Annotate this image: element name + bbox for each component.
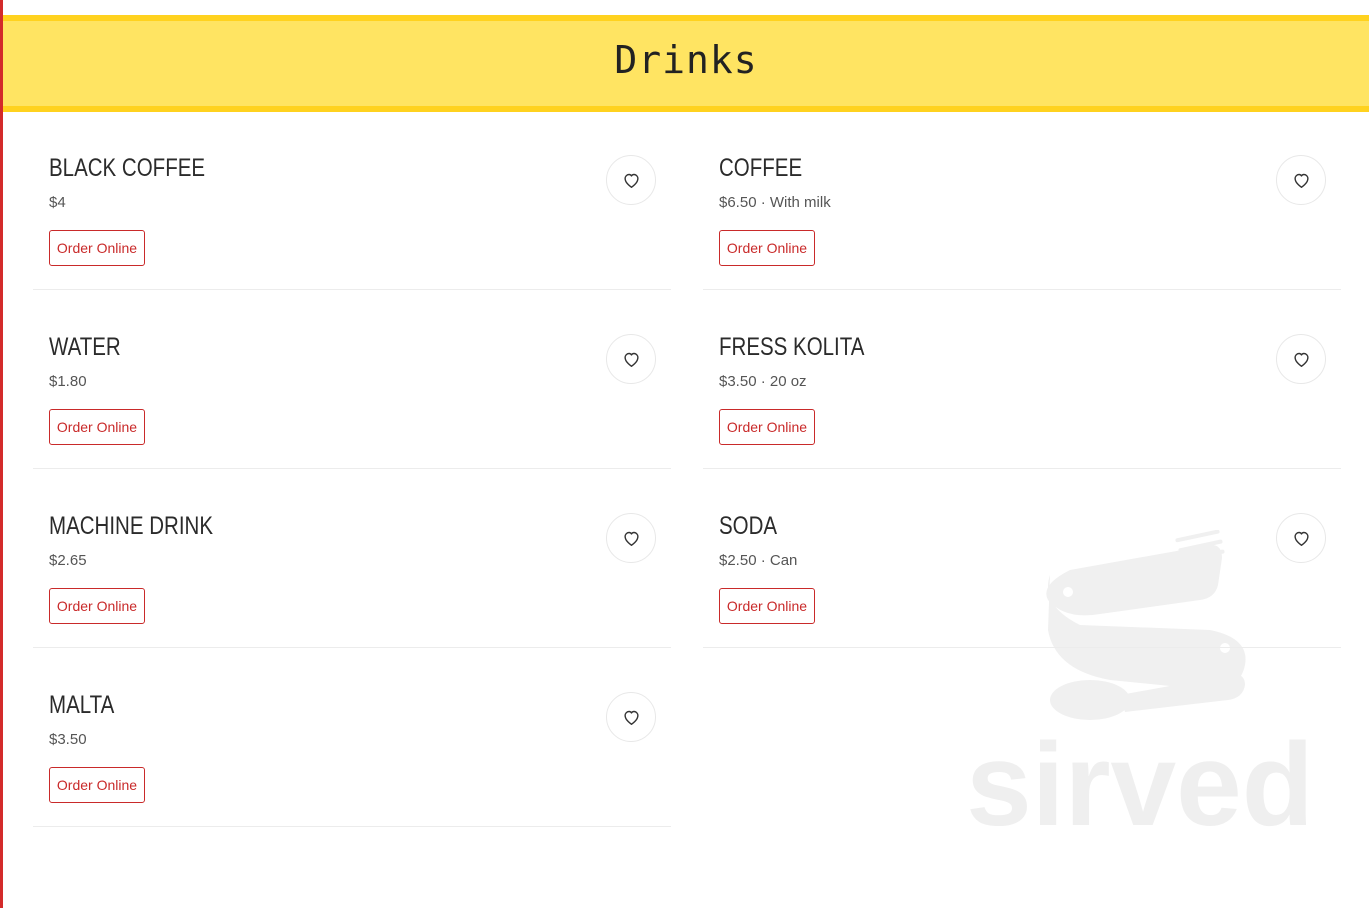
heart-icon — [1293, 352, 1309, 367]
item-price: $2.50 · Can — [719, 552, 798, 569]
favorite-button[interactable] — [1276, 513, 1326, 563]
item-name: COFFEE — [719, 154, 803, 182]
section-header: Drinks — [3, 15, 1369, 112]
menu-item: BLACK COFFEE $4 Order Online — [33, 111, 671, 290]
item-price: $1.80 — [49, 373, 87, 390]
heart-icon — [1293, 531, 1309, 546]
item-name: MALTA — [49, 691, 115, 719]
menu-item: COFFEE $6.50 · With milk Order Online — [703, 111, 1341, 290]
item-name: FRESS KOLITA — [719, 333, 865, 361]
order-online-button[interactable]: Order Online — [719, 409, 815, 445]
order-online-button[interactable]: Order Online — [49, 588, 145, 624]
favorite-button[interactable] — [606, 692, 656, 742]
menu-item: MACHINE DRINK $2.65 Order Online — [33, 469, 671, 648]
item-name: BLACK COFFEE — [49, 154, 206, 182]
section-title: Drinks — [614, 37, 758, 82]
order-online-button[interactable]: Order Online — [49, 409, 145, 445]
heart-icon — [623, 352, 639, 367]
menu-item: SODA $2.50 · Can Order Online — [703, 469, 1341, 648]
favorite-button[interactable] — [606, 513, 656, 563]
favorite-button[interactable] — [1276, 155, 1326, 205]
heart-icon — [623, 173, 639, 188]
heart-icon — [623, 710, 639, 725]
heart-icon — [623, 531, 639, 546]
menu-item: FRESS KOLITA $3.50 · 20 oz Order Online — [703, 290, 1341, 469]
order-online-button[interactable]: Order Online — [49, 767, 145, 803]
menu-item: WATER $1.80 Order Online — [33, 290, 671, 469]
item-price: $2.65 — [49, 552, 87, 569]
item-price: $3.50 · 20 oz — [719, 373, 807, 390]
heart-icon — [1293, 173, 1309, 188]
watermark-text: sirved — [966, 719, 1314, 840]
favorite-button[interactable] — [606, 155, 656, 205]
item-name: SODA — [719, 512, 778, 540]
item-price: $6.50 · With milk — [719, 194, 831, 211]
left-accent-bar — [0, 0, 3, 908]
favorite-button[interactable] — [1276, 334, 1326, 384]
menu-item: MALTA $3.50 Order Online — [33, 648, 671, 827]
order-online-button[interactable]: Order Online — [49, 230, 145, 266]
favorite-button[interactable] — [606, 334, 656, 384]
item-name: WATER — [49, 333, 121, 361]
item-price: $4 — [49, 194, 66, 211]
item-name: MACHINE DRINK — [49, 512, 214, 540]
order-online-button[interactable]: Order Online — [719, 230, 815, 266]
order-online-button[interactable]: Order Online — [719, 588, 815, 624]
item-price: $3.50 — [49, 731, 87, 748]
